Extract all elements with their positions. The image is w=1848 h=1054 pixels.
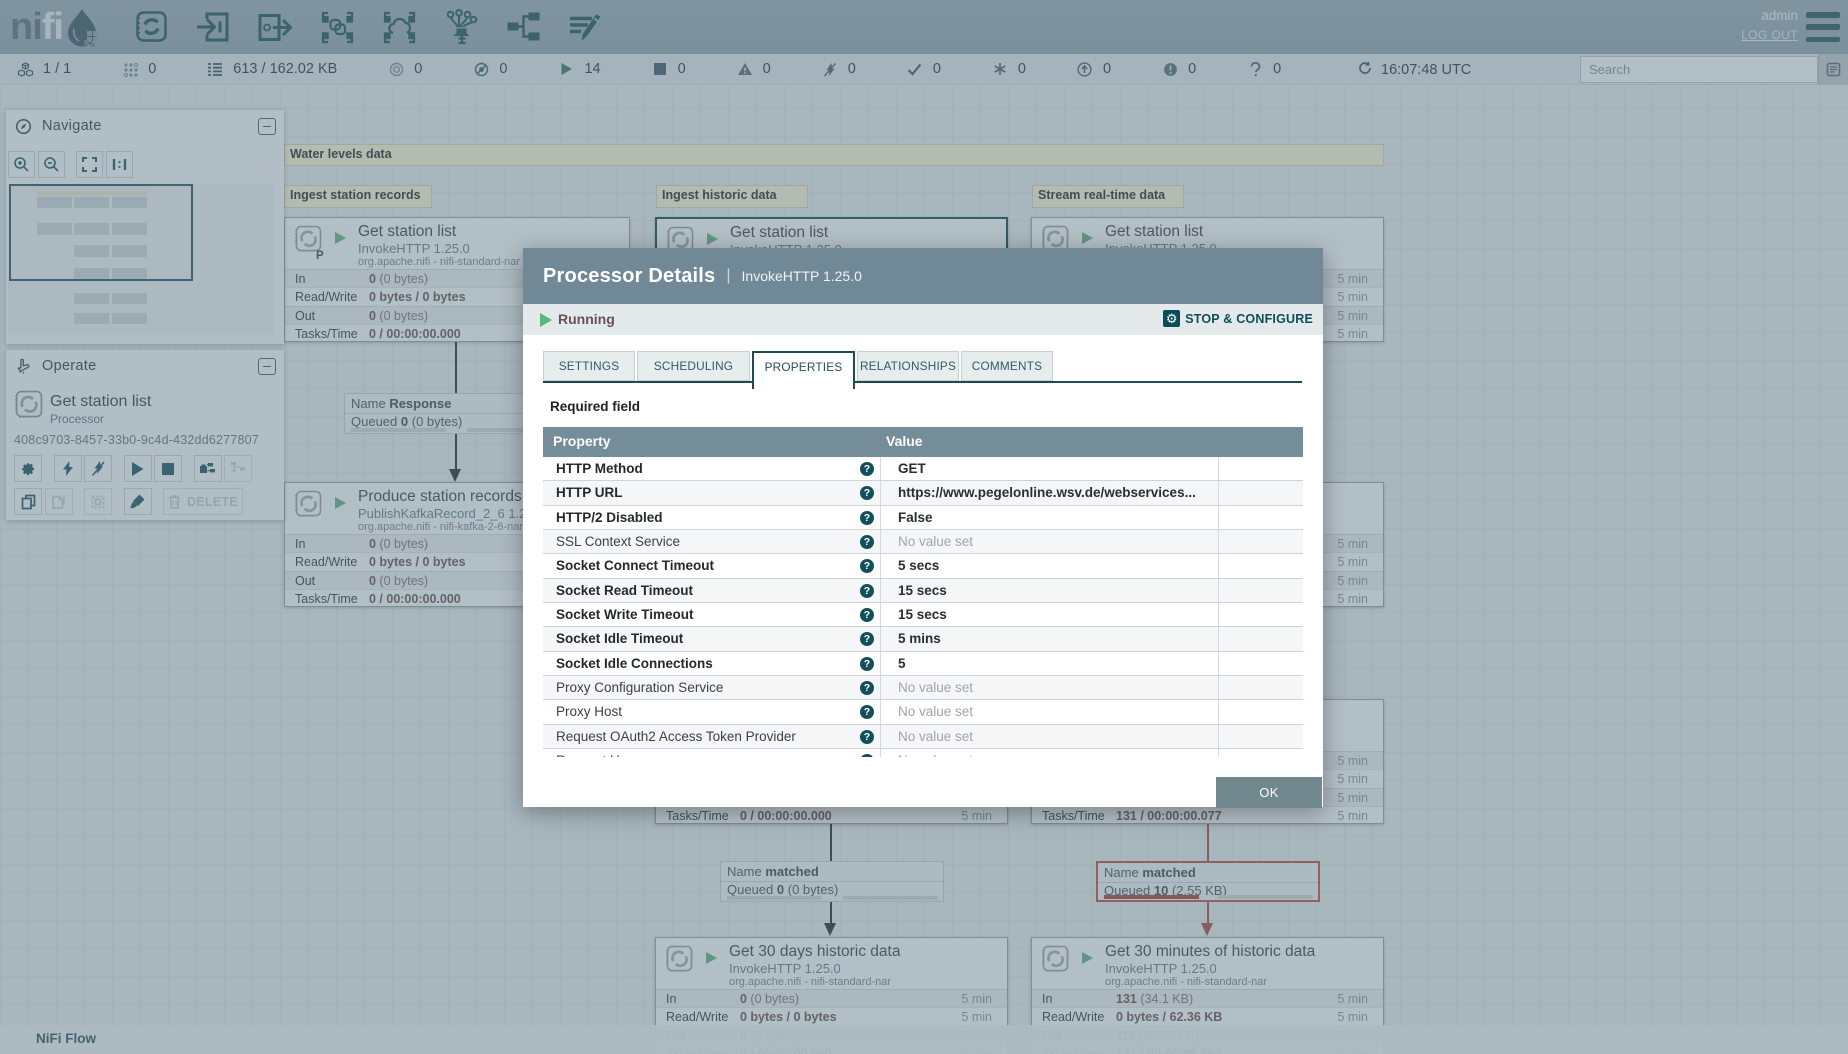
help-icon[interactable]: ? <box>860 705 874 720</box>
property-row-socket-connect-timeout: Socket Connect Timeout? 5 secs <box>543 554 1303 579</box>
property-name: Proxy Configuration Service? <box>543 676 880 699</box>
dialog-title: Processor Details <box>543 264 716 287</box>
value-column-header: Value <box>886 433 923 449</box>
property-name: Socket Write Timeout? <box>543 603 880 626</box>
property-name: Request Username? <box>543 749 880 757</box>
help-icon[interactable]: ? <box>860 632 874 647</box>
property-name: Request OAuth2 Access Token Provider? <box>543 725 880 748</box>
dialog-tabs: SETTINGS SCHEDULING PROPERTIES RELATIONSHIP… <box>523 351 1323 391</box>
property-column-header: Property <box>553 433 611 449</box>
property-value[interactable]: https://www.pegelonline.wsv.de/webservic… <box>880 481 1219 505</box>
property-row-socket-read-timeout: Socket Read Timeout? 15 secs <box>543 578 1303 603</box>
property-value[interactable]: 15 secs <box>880 578 1219 602</box>
tab-relationships[interactable]: RELATIONSHIPS <box>857 351 959 381</box>
property-row-request-username: Request Username?No value set <box>543 748 1303 757</box>
nifi-app: Water levels data Ingest station records I… <box>0 0 1848 1054</box>
dialog-header[interactable]: Processor Details | InvokeHTTP 1.25.0 <box>523 248 1323 304</box>
help-icon[interactable]: ? <box>860 607 874 622</box>
help-icon[interactable]: ? <box>860 753 874 757</box>
ok-button[interactable]: OK <box>1216 777 1322 808</box>
property-value[interactable]: False <box>880 505 1219 529</box>
stop-configure-label: STOP & CONFIGURE <box>1185 311 1313 326</box>
stop-configure-icon: ⚙ <box>1163 310 1181 327</box>
dialog-subtitle: InvokeHTTP 1.25.0 <box>741 268 862 284</box>
help-icon[interactable]: ? <box>860 534 874 549</box>
property-name: Proxy Host? <box>543 700 880 723</box>
property-row-ssl-context-service: SSL Context Service? No value set <box>543 529 1303 555</box>
property-row-proxy-host: Proxy Host? No value set <box>543 700 1303 725</box>
property-value[interactable]: No value set <box>880 529 1219 554</box>
help-icon[interactable]: ? <box>860 559 874 574</box>
property-value[interactable]: 5 secs <box>880 554 1219 578</box>
help-icon[interactable]: ? <box>860 510 874 525</box>
tab-scheduling[interactable]: SCHEDULING <box>637 351 750 381</box>
property-row-http-2-disabled: HTTP/2 Disabled? False <box>543 505 1303 530</box>
stop-and-configure-button[interactable]: ⚙ STOP & CONFIGURE <box>1163 310 1313 327</box>
property-row-proxy-configuration-service: Proxy Configuration Service? No value set <box>543 675 1303 701</box>
help-icon[interactable]: ? <box>860 656 874 671</box>
help-icon[interactable]: ? <box>860 729 874 744</box>
property-row-http-url: HTTP URL? https://www.pegelonline.wsv.de/… <box>543 481 1303 506</box>
property-value[interactable]: No value set <box>880 724 1219 748</box>
property-value[interactable]: GET <box>880 457 1219 481</box>
property-name: HTTP Method? <box>543 457 880 480</box>
tab-underline <box>543 381 1302 383</box>
property-row-socket-idle-timeout: Socket Idle Timeout? 5 mins <box>543 627 1303 652</box>
processor-details-dialog: Processor Details | InvokeHTTP 1.25.0 Ru… <box>523 248 1323 808</box>
property-row-socket-write-timeout: Socket Write Timeout? 15 secs <box>543 602 1303 628</box>
help-icon[interactable]: ? <box>860 680 874 695</box>
property-name: HTTP URL? <box>543 481 880 504</box>
property-value[interactable]: 5 <box>880 651 1219 675</box>
property-name: SSL Context Service? <box>543 530 880 553</box>
dialog-title-separator: | <box>726 267 731 284</box>
property-name: Socket Read Timeout? <box>543 579 880 602</box>
running-state-icon <box>540 313 552 327</box>
property-name: Socket Idle Connections? <box>543 652 880 675</box>
running-state-label: Running <box>558 311 615 327</box>
property-value[interactable]: No value set <box>880 700 1219 724</box>
property-name: Socket Connect Timeout? <box>543 554 880 577</box>
property-value[interactable]: No value set <box>880 748 1219 757</box>
properties-table: Property Value HTTP Method? GET HTTP URL? h… <box>543 427 1303 757</box>
property-value[interactable]: 5 mins <box>880 627 1219 651</box>
tab-properties[interactable]: PROPERTIES <box>752 351 855 389</box>
help-icon[interactable]: ? <box>860 486 874 501</box>
property-name: HTTP/2 Disabled? <box>543 506 880 529</box>
property-row-socket-idle-connections: Socket Idle Connections? 5 <box>543 651 1303 676</box>
tab-comments[interactable]: COMMENTS <box>961 351 1053 381</box>
help-icon[interactable]: ? <box>860 462 874 476</box>
tab-settings[interactable]: SETTINGS <box>543 351 635 381</box>
properties-table-header: Property Value <box>543 427 1303 457</box>
required-field-label: Required field <box>550 399 641 414</box>
property-name: Socket Idle Timeout? <box>543 627 880 650</box>
property-row-http-method: HTTP Method? GET <box>543 457 1303 482</box>
dialog-status-bar: Running ⚙ STOP & CONFIGURE <box>523 304 1323 335</box>
property-value[interactable]: No value set <box>880 675 1219 700</box>
property-value[interactable]: 15 secs <box>880 602 1219 627</box>
help-icon[interactable]: ? <box>860 583 874 598</box>
property-row-request-oauth2-access-token-provider: Request OAuth2 Access Token Provider? No … <box>543 724 1303 749</box>
